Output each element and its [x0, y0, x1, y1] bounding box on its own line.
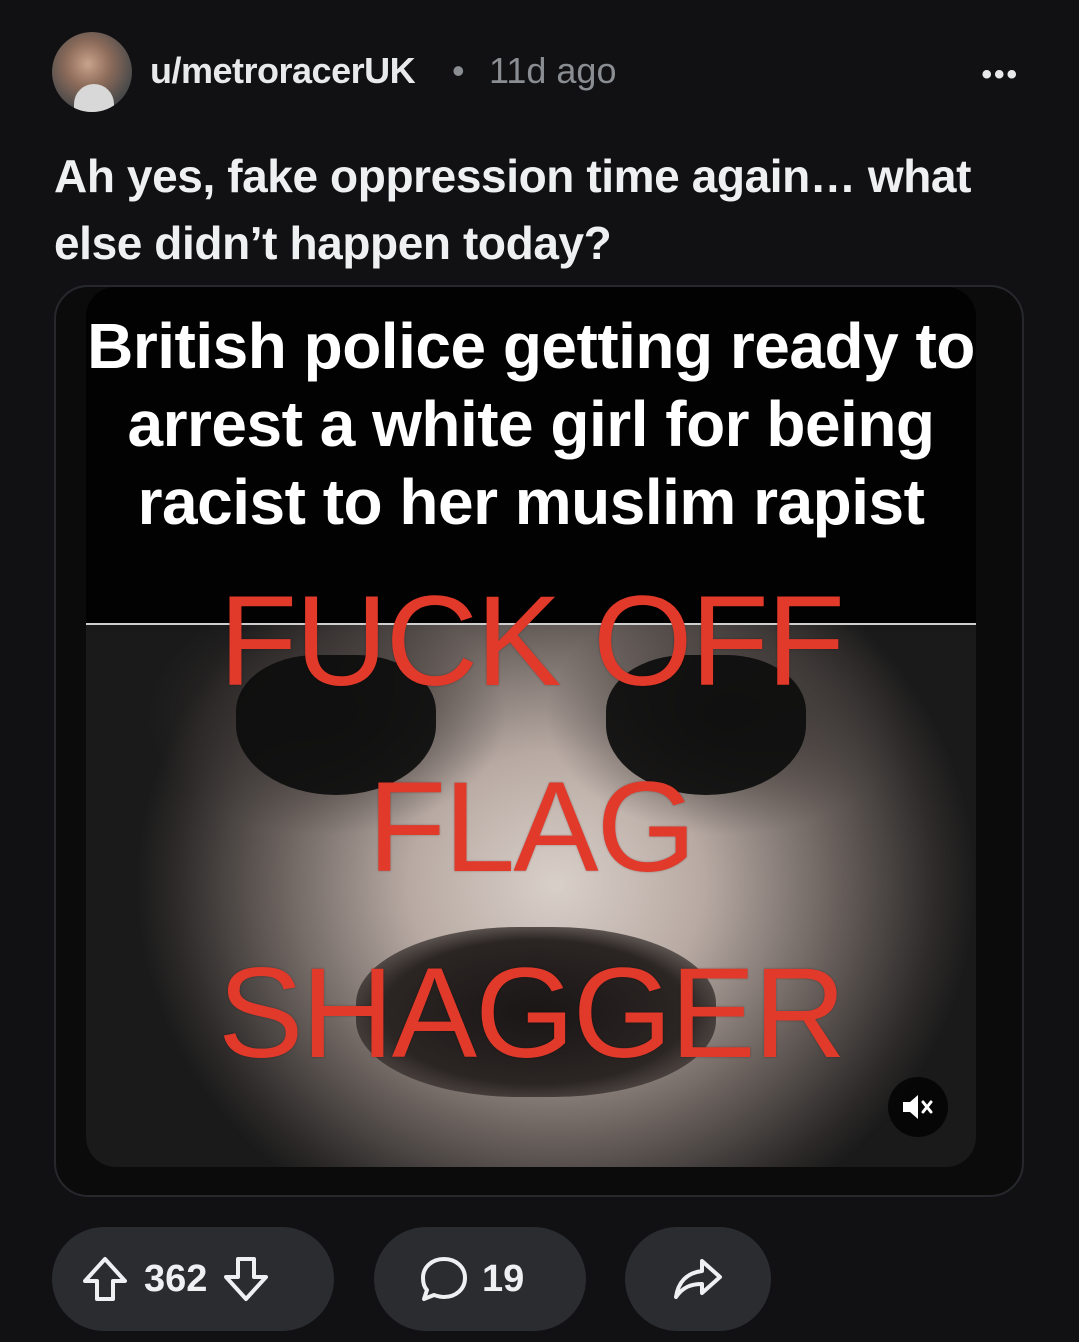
- post-actions-bar: 362 19: [52, 1227, 1032, 1331]
- overlay-line-3: SHAGGER: [217, 942, 846, 1085]
- media-container[interactable]: British police getting ready to arrest a…: [54, 285, 1024, 1197]
- downvote-arrow-icon[interactable]: [221, 1254, 271, 1304]
- meta-separator: •: [452, 50, 465, 91]
- post-title[interactable]: Ah yes, fake oppression time again… what…: [54, 143, 1014, 277]
- vote-count: 362: [144, 1257, 208, 1300]
- user-avatar[interactable]: [52, 32, 132, 112]
- post-header: u/metroracerUK • 11d ago •••: [52, 32, 1027, 112]
- video-caption-text: British police getting ready to arrest a…: [87, 310, 975, 538]
- more-options-icon[interactable]: •••: [981, 58, 1019, 92]
- video-player[interactable]: British police getting ready to arrest a…: [86, 287, 976, 1167]
- comment-button[interactable]: 19: [374, 1227, 586, 1331]
- post-timestamp: 11d ago: [489, 50, 617, 91]
- author-username[interactable]: u/metroracerUK: [150, 50, 416, 92]
- red-overlay-text: FUCK OFF FLAG SHAGGER: [86, 549, 976, 1107]
- muted-speaker-icon[interactable]: [888, 1077, 948, 1137]
- overlay-line-2: FLAG: [367, 756, 696, 899]
- overlay-line-1: FUCK OFF: [219, 570, 845, 713]
- share-arrow-icon: [671, 1255, 725, 1303]
- share-button[interactable]: [625, 1227, 771, 1331]
- comment-bubble-icon: [418, 1254, 470, 1304]
- upvote-arrow-icon[interactable]: [80, 1254, 130, 1304]
- comment-count: 19: [482, 1257, 525, 1300]
- vote-pill: 362: [52, 1227, 334, 1331]
